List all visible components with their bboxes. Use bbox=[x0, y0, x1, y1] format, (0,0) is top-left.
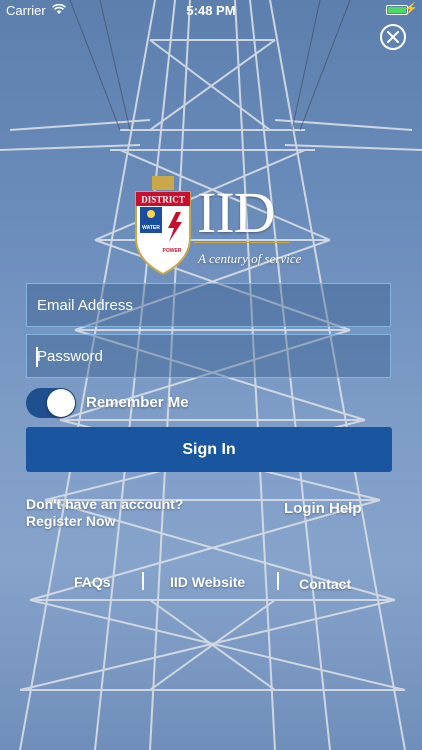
logo-water-text: WATER bbox=[142, 225, 160, 231]
close-button[interactable] bbox=[380, 24, 406, 50]
toggle-knob bbox=[47, 389, 75, 417]
no-account-text: Don't have an account? bbox=[26, 496, 184, 512]
text-caret bbox=[36, 347, 38, 367]
remember-me-label: Remember Me bbox=[86, 394, 189, 411]
register-now-link[interactable]: Register Now bbox=[26, 513, 115, 529]
logo-power-text: POWER bbox=[163, 248, 182, 254]
status-time: 5:48 PM bbox=[186, 3, 236, 18]
close-icon bbox=[387, 31, 399, 43]
sign-in-button[interactable]: Sign In bbox=[26, 427, 392, 472]
login-help-link[interactable]: Login Help bbox=[284, 500, 362, 517]
faqs-link[interactable]: FAQs bbox=[74, 574, 111, 590]
email-field[interactable] bbox=[27, 284, 390, 326]
logo-tagline: A century of service bbox=[198, 251, 302, 266]
logo-district-text: DISTRICT bbox=[141, 195, 185, 205]
remember-me-toggle[interactable] bbox=[26, 388, 76, 418]
status-bar: Carrier 5:48 PM ⚡ bbox=[0, 0, 422, 22]
email-field-box bbox=[26, 283, 391, 327]
bolt-icon: ⚡ bbox=[404, 3, 418, 15]
logo-brand: IID bbox=[197, 180, 276, 245]
password-field[interactable] bbox=[27, 335, 390, 377]
contact-link[interactable]: Contact bbox=[299, 576, 351, 592]
iid-website-link[interactable]: IID Website bbox=[170, 574, 245, 590]
logo-divider bbox=[194, 242, 289, 243]
login-screen: Carrier 5:48 PM ⚡ DISTRICT WATER POWER I… bbox=[0, 0, 422, 750]
footer-divider bbox=[277, 572, 279, 590]
footer-divider bbox=[142, 572, 144, 590]
password-field-box bbox=[26, 334, 391, 378]
